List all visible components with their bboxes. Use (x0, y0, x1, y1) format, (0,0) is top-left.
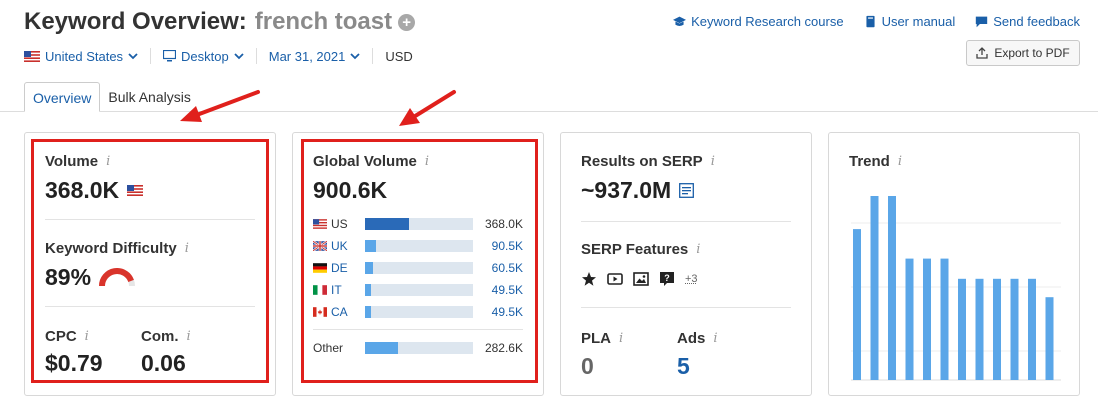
annotation-arrow (399, 90, 456, 126)
annotation-arrows (180, 90, 456, 126)
tab-overview[interactable]: Overview (24, 82, 101, 112)
annotation-arrow (180, 90, 260, 122)
